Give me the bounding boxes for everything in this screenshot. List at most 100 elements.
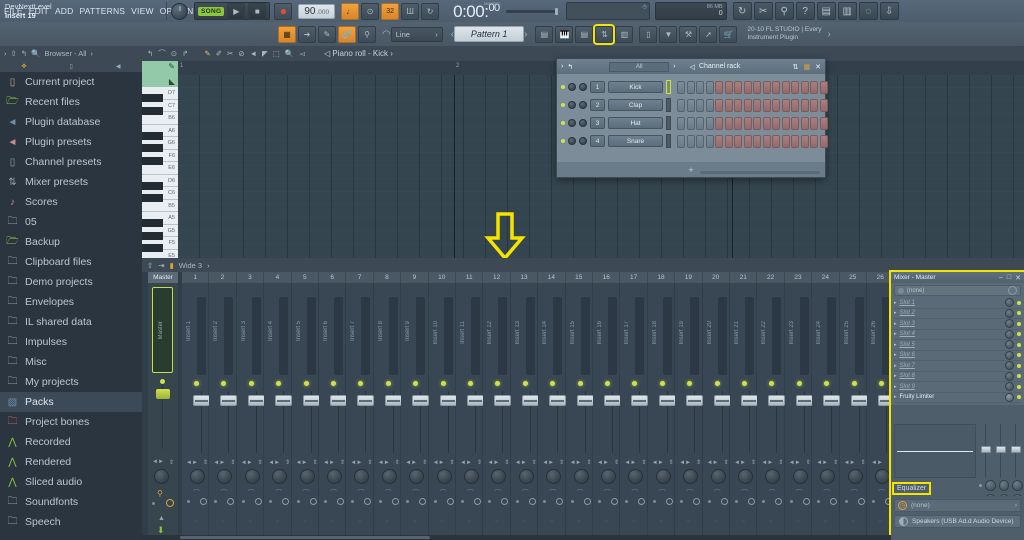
mixer-route-icons[interactable]: ◄►⇕ — [734, 459, 756, 467]
mixer-send-arrow-icon[interactable]: ⌄ — [658, 515, 665, 524]
step-button[interactable] — [800, 134, 809, 148]
step-button[interactable] — [800, 80, 809, 94]
chat-icon[interactable]: ◌ — [858, 2, 878, 20]
mixer-strip-number[interactable]: 11 — [456, 272, 484, 283]
step-button[interactable] — [686, 98, 695, 112]
mixer-arc-icon[interactable]: ⌒ — [549, 488, 556, 498]
master-volume-fader[interactable] — [156, 389, 170, 399]
song-pattern-mode-toggle[interactable]: SONG — [198, 6, 225, 16]
step-button[interactable] — [810, 80, 818, 94]
panel-minimize-icon[interactable]: – — [999, 274, 1003, 282]
step-button[interactable] — [772, 80, 780, 94]
step-sequencer-row[interactable] — [677, 116, 828, 130]
mixer-arc-icon[interactable]: ⌒ — [768, 488, 775, 498]
step-button[interactable] — [762, 80, 771, 94]
browser-chevron-icon[interactable]: › — [4, 49, 7, 58]
mixer-strip-number[interactable]: 12 — [483, 272, 511, 283]
browser-sidebar[interactable]: ✥ ▯ ◀ ▯ Current project 🗁 Recent files ◄ Plug… — [0, 61, 142, 540]
step-button[interactable] — [686, 134, 695, 148]
mixer-strip-led[interactable] — [358, 381, 364, 386]
mixer-dot-controls[interactable] — [598, 498, 618, 505]
step-button[interactable] — [772, 98, 780, 112]
pattern-grid-icon[interactable]: ▦ — [278, 25, 296, 43]
mixer-volume-fader[interactable] — [439, 395, 457, 406]
mixer-preset-label[interactable]: Wide 3 — [179, 261, 202, 270]
slot-mix-knob[interactable] — [1005, 340, 1014, 350]
slot-enable-led[interactable] — [1017, 300, 1021, 305]
mixer-strip-18[interactable]: 18 ◄► ⇕ ⌒ ⌄ Insert 18 — [647, 272, 676, 540]
slot-mix-knob[interactable] — [1005, 329, 1014, 339]
channel-pan-knob[interactable] — [568, 119, 576, 127]
mixer-pan-knob[interactable] — [546, 469, 562, 484]
mixer-strip-number[interactable]: 8 — [373, 272, 402, 283]
channel-level-indicator[interactable] — [666, 134, 671, 148]
step-button[interactable] — [810, 134, 818, 148]
step-button[interactable] — [715, 134, 723, 148]
menu-add[interactable]: ADD — [55, 6, 74, 16]
mixer-strip-body[interactable]: ◄► ⇕ ⌒ ⌄ Insert 23 — [784, 283, 813, 540]
microphone-icon[interactable]: ⚲ — [774, 2, 794, 20]
mixer-route-icons[interactable]: ◄►⇕ — [761, 459, 783, 467]
channel-row[interactable]: 1 Kick — [561, 78, 828, 96]
step-button[interactable] — [696, 80, 704, 94]
tempo-display[interactable]: 90 .000 — [298, 3, 336, 19]
step-button[interactable] — [677, 98, 685, 112]
mixer-dot-controls[interactable] — [351, 498, 372, 505]
mixer-volume-fader[interactable] — [850, 395, 868, 406]
step-button[interactable] — [696, 134, 704, 148]
equalizer-graph[interactable] — [894, 424, 976, 478]
step-button[interactable] — [705, 80, 714, 94]
mixer-dot-controls[interactable] — [543, 498, 564, 505]
panel-preset-selector[interactable]: (none) — [894, 285, 1021, 296]
channel-rack-body[interactable]: 1 Kick 2 Clap 3 Hat 4 Snare — [557, 74, 828, 162]
mixer-dot-controls[interactable] — [762, 498, 783, 505]
mixer-strip-led[interactable] — [659, 381, 665, 386]
mixer-strip-led[interactable] — [194, 381, 199, 386]
mixer-route-icons[interactable]: ◄►⇕ — [433, 459, 455, 467]
cr-chevron-icon[interactable]: › — [561, 63, 563, 70]
mixer-strip-led[interactable] — [796, 381, 802, 386]
mixer-dot-controls[interactable] — [241, 498, 262, 505]
mixer-volume-fader[interactable] — [768, 395, 786, 406]
step-button[interactable] — [734, 98, 742, 112]
mixer-volume-fader[interactable] — [549, 395, 567, 406]
wrench-icon[interactable]: ➚ — [699, 25, 718, 43]
mixer-pan-knob[interactable] — [217, 469, 233, 484]
mixer-pan-knob[interactable] — [409, 469, 425, 484]
pr-slice-icon[interactable]: ◤ — [262, 49, 268, 58]
slot-enable-led[interactable] — [1017, 395, 1021, 400]
mixer-send-arrow-icon[interactable]: ⌄ — [411, 515, 418, 524]
mixer-strip-body[interactable]: ◄► ⇕ ⌒ ⌄ Insert 20 — [702, 283, 731, 540]
mixer-strip-20[interactable]: 20 ◄► ⇕ ⌒ ⌄ Insert 20 — [702, 272, 731, 540]
mixer-panel-titlebar[interactable]: Mixer - Master – □ ✕ — [891, 272, 1024, 283]
play-button[interactable]: ▶ — [227, 2, 246, 20]
piano-key-D6[interactable]: D6 — [142, 175, 178, 190]
mixer-pan-knob[interactable] — [710, 469, 726, 484]
slot-mix-knob[interactable] — [1005, 361, 1014, 371]
slot-mix-knob[interactable] — [1005, 392, 1014, 402]
browser-pin-icon[interactable]: ⇧ — [11, 49, 17, 58]
step-button[interactable] — [772, 134, 780, 148]
mixer-arc-icon[interactable]: ⌒ — [440, 488, 447, 498]
mixer-strip-led[interactable] — [687, 381, 693, 386]
mixer-horizontal-scrollbar[interactable] — [142, 535, 891, 540]
slot-expand-icon[interactable]: ▸ — [894, 363, 897, 369]
channel-row[interactable]: 2 Clap — [561, 96, 828, 114]
mixer-send-arrow-icon[interactable]: ⌄ — [219, 515, 226, 524]
pitch-slider[interactable] — [505, 7, 558, 15]
eq-slider-high[interactable] — [1011, 424, 1021, 478]
step-button[interactable] — [772, 116, 780, 130]
mixer-volume-fader[interactable] — [302, 395, 320, 406]
mixer-strip-led[interactable] — [385, 381, 391, 386]
step-button[interactable] — [781, 80, 790, 94]
pr-mute-icon[interactable]: ⊘ — [238, 49, 244, 58]
slot-expand-icon[interactable]: ▸ — [894, 331, 897, 337]
mixer-strip-6[interactable]: 6 ◄► ⇕ ⌒ ⌄ Insert 6 — [319, 272, 347, 540]
sidebar-item-soundfonts[interactable]: 🗀 Soundfonts — [0, 492, 142, 512]
mixer-arc-icon[interactable]: ⌒ — [741, 488, 748, 498]
pr-playback-icon[interactable]: ◅ — [299, 49, 305, 58]
mixer-dot-controls[interactable] — [817, 498, 838, 505]
metronome-icon[interactable]: ♩ — [341, 2, 360, 20]
channel-filter-dropdown[interactable]: All — [609, 61, 670, 72]
mixer-strip-led[interactable] — [522, 381, 528, 386]
